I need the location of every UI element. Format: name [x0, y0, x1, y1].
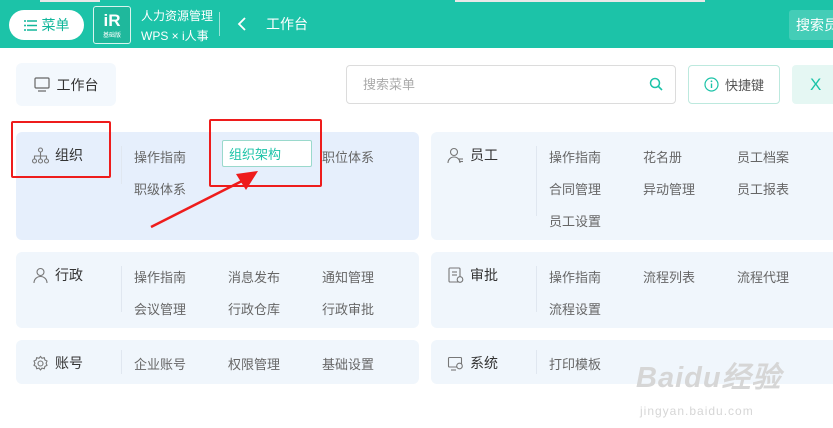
menu-item[interactable]: 企业账号: [134, 354, 186, 373]
workbench-tab[interactable]: 工作台: [16, 63, 116, 106]
app-name: 人力资源管理: [141, 9, 214, 23]
app-info: 人力资源管理 WPS × i人事: [141, 6, 213, 46]
org-tree-icon: [32, 146, 49, 164]
menu-item[interactable]: 操作指南: [549, 267, 601, 286]
module-title: 员工: [470, 147, 498, 163]
menu-item[interactable]: 行政仓库: [228, 299, 280, 318]
menu-item[interactable]: 流程代理: [737, 267, 789, 286]
chevron-left-icon[interactable]: [235, 15, 251, 33]
monitor-icon: [33, 77, 50, 92]
shortcut-label: 快捷键: [724, 78, 764, 93]
menu-item[interactable]: 消息发布: [228, 267, 280, 286]
menu-item[interactable]: 员工档案: [737, 147, 789, 166]
watermark-url: jingyan.baidu.com: [640, 404, 754, 418]
module-title: 行政: [55, 267, 83, 283]
page-title: 工作台: [266, 16, 308, 32]
menu-item[interactable]: 操作指南: [134, 147, 186, 166]
card-divider: [536, 146, 537, 216]
search-placeholder: 搜索菜单: [363, 77, 416, 92]
tab-strip: [455, 0, 705, 2]
module-card-admin: 行政 操作指南 消息发布 通知管理 会议管理 行政仓库 行政审批: [16, 252, 419, 328]
logo-sub: 基础版: [102, 33, 121, 39]
menu-item[interactable]: 打印模板: [549, 354, 601, 373]
menu-item[interactable]: 花名册: [643, 147, 682, 166]
hamburger-icon: [23, 19, 37, 31]
module-card-approval: 审批 操作指南 流程列表 流程代理 流程设置: [431, 252, 833, 328]
header-search[interactable]: 搜索员: [789, 10, 833, 40]
app-logo: iR 基础版: [93, 6, 131, 44]
module-system[interactable]: 系统: [447, 353, 498, 373]
gear-icon: [33, 355, 48, 371]
menu-item[interactable]: 行政审批: [322, 299, 374, 318]
menu-item[interactable]: 基础设置: [322, 354, 374, 373]
module-title: 审批: [470, 267, 498, 283]
menu-item[interactable]: 操作指南: [134, 267, 186, 286]
menu-item[interactable]: 权限管理: [228, 354, 280, 373]
menu-item[interactable]: 员工设置: [549, 211, 601, 230]
module-org[interactable]: 组织: [32, 145, 83, 165]
menu-item[interactable]: 员工报表: [737, 179, 789, 198]
close-button[interactable]: X: [792, 65, 833, 104]
logo-mark: iR: [103, 11, 121, 30]
doc-check-icon: [448, 266, 464, 283]
app-partner: WPS × i人事: [141, 29, 209, 43]
module-approval[interactable]: 审批: [447, 265, 498, 285]
workbench-label: 工作台: [56, 76, 99, 93]
module-admin[interactable]: 行政: [32, 265, 83, 285]
menu-item[interactable]: 通知管理: [322, 267, 374, 286]
user-badge-icon: [33, 267, 48, 283]
card-divider: [121, 266, 122, 312]
info-icon: [704, 77, 719, 92]
menu-item[interactable]: 会议管理: [134, 299, 186, 318]
menu-item[interactable]: 职级体系: [134, 179, 186, 198]
menu-button[interactable]: 菜单: [9, 10, 84, 40]
menu-item[interactable]: 流程列表: [643, 267, 695, 286]
menu-item[interactable]: 操作指南: [549, 147, 601, 166]
card-divider: [121, 350, 122, 374]
menu-label: 菜单: [41, 17, 70, 33]
module-card-account: 账号 企业账号 权限管理 基础设置: [16, 340, 419, 384]
module-card-employee: 员工 操作指南 花名册 员工档案 合同管理 异动管理 员工报表 员工设置: [431, 132, 833, 240]
card-divider: [536, 266, 537, 312]
tab-strip: [40, 0, 100, 2]
menu-search-input[interactable]: 搜索菜单: [346, 65, 676, 104]
module-card-system: 系统 打印模板: [431, 340, 833, 384]
monitor-settings-icon: [447, 356, 463, 371]
module-account[interactable]: 账号: [32, 353, 83, 373]
module-title: 系统: [470, 355, 498, 371]
module-card-org: 组织 操作指南 组织架构 职位体系 职级体系: [16, 132, 419, 240]
menu-item[interactable]: 合同管理: [549, 179, 601, 198]
card-divider: [121, 146, 122, 184]
shortcut-button[interactable]: 快捷键: [688, 65, 780, 104]
user-icon: [447, 147, 463, 163]
card-divider: [536, 350, 537, 374]
module-title: 组织: [55, 147, 83, 163]
menu-item-org-structure[interactable]: 组织架构: [222, 140, 312, 167]
top-bar: 菜单 iR 基础版 人力资源管理 WPS × i人事 工作台 搜索员: [0, 0, 833, 48]
module-title: 账号: [55, 355, 83, 371]
menu-item[interactable]: 职位体系: [322, 147, 374, 166]
menu-item[interactable]: 流程设置: [549, 299, 601, 318]
menu-item[interactable]: 异动管理: [643, 179, 695, 198]
search-icon[interactable]: [649, 77, 663, 91]
module-employee[interactable]: 员工: [447, 145, 498, 165]
header-divider: [219, 12, 220, 36]
